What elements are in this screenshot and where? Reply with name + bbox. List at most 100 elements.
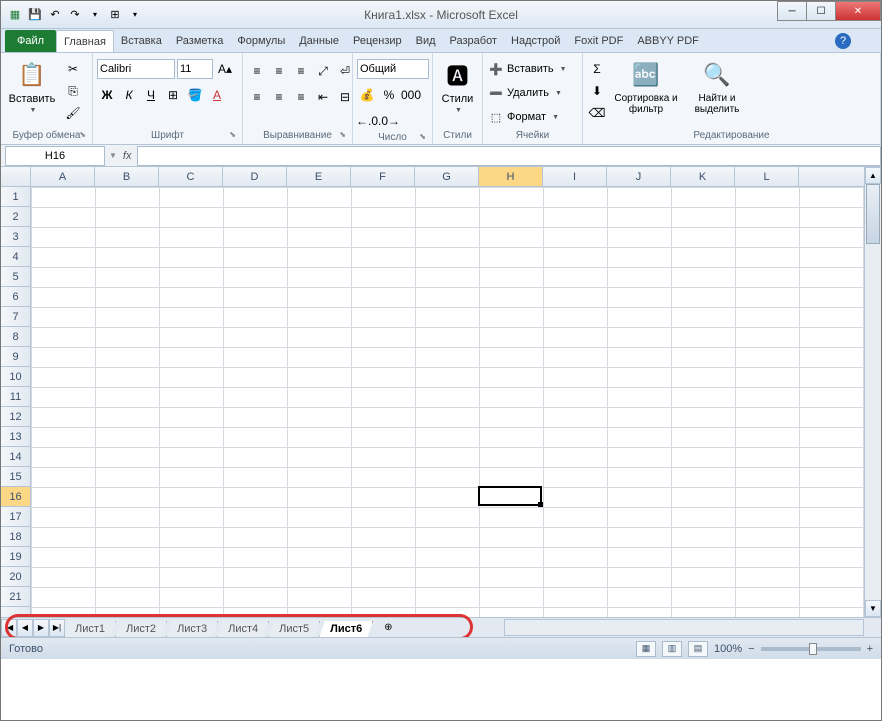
row-header[interactable]: 3: [1, 227, 30, 247]
fx-button[interactable]: fx: [117, 150, 138, 162]
row-header[interactable]: 7: [1, 307, 30, 327]
align-left-icon[interactable]: ≡: [247, 87, 267, 107]
horizontal-scrollbar[interactable]: [504, 619, 864, 636]
delete-cells-button[interactable]: ➖Удалить▼: [487, 83, 564, 103]
merge-icon[interactable]: ⊟: [335, 87, 355, 107]
font-name-select[interactable]: [97, 59, 175, 79]
align-right-icon[interactable]: ≡: [291, 87, 311, 107]
zoom-in-icon[interactable]: +: [867, 643, 873, 655]
ribbon-tab[interactable]: Вид: [409, 30, 443, 52]
row-header[interactable]: 8: [1, 327, 30, 347]
italic-icon[interactable]: К: [119, 85, 139, 105]
wrap-text-icon[interactable]: ⏎: [335, 61, 355, 81]
paste-dropdown-icon[interactable]: ▼: [30, 107, 37, 114]
column-header[interactable]: F: [351, 167, 415, 186]
styles-dropdown-icon[interactable]: ▼: [455, 107, 462, 114]
page-break-view-icon[interactable]: ▤: [688, 641, 708, 657]
vscroll-thumb[interactable]: [866, 184, 880, 244]
cut-icon[interactable]: ✂: [63, 59, 83, 79]
cells-area[interactable]: [31, 187, 881, 617]
column-header[interactable]: K: [671, 167, 735, 186]
row-header[interactable]: 14: [1, 447, 30, 467]
row-header[interactable]: 10: [1, 367, 30, 387]
insert-sheet-icon[interactable]: ⊕: [377, 620, 399, 636]
align-bottom-icon[interactable]: ≡: [291, 61, 311, 81]
orientation-icon[interactable]: ⤢: [313, 61, 333, 81]
row-header[interactable]: 9: [1, 347, 30, 367]
increase-decimal-icon[interactable]: ←.0: [357, 111, 377, 131]
format-painter-icon[interactable]: 🖌: [63, 103, 83, 123]
help-icon[interactable]: ?: [835, 33, 851, 49]
align-middle-icon[interactable]: ≡: [269, 61, 289, 81]
column-header[interactable]: E: [287, 167, 351, 186]
row-header[interactable]: 21: [1, 587, 30, 607]
sheet-tab[interactable]: Лист2: [115, 621, 167, 638]
sheet-tab[interactable]: Лист1: [64, 621, 116, 638]
clear-icon[interactable]: ⌫: [587, 103, 607, 123]
select-all-button[interactable]: [1, 167, 31, 186]
column-header[interactable]: I: [543, 167, 607, 186]
sheet-tab[interactable]: Лист4: [217, 621, 269, 638]
active-cell[interactable]: [478, 486, 542, 506]
row-header[interactable]: 17: [1, 507, 30, 527]
fill-icon[interactable]: ⬇: [587, 81, 607, 101]
zoom-slider[interactable]: [761, 647, 861, 651]
scroll-down-icon[interactable]: ▼: [865, 600, 881, 617]
row-header[interactable]: 20: [1, 567, 30, 587]
qat-misc-icon[interactable]: ⊞: [107, 7, 123, 23]
row-header[interactable]: 15: [1, 467, 30, 487]
column-header[interactable]: D: [223, 167, 287, 186]
page-layout-view-icon[interactable]: ▥: [662, 641, 682, 657]
border-icon[interactable]: ⊞: [163, 85, 183, 105]
qat-more-icon[interactable]: ▾: [87, 7, 103, 23]
align-top-icon[interactable]: ≡: [247, 61, 267, 81]
row-header[interactable]: 4: [1, 247, 30, 267]
sheet-tab[interactable]: Лист3: [166, 621, 218, 638]
column-header[interactable]: C: [159, 167, 223, 186]
autosum-icon[interactable]: Σ: [587, 59, 607, 79]
percent-icon[interactable]: %: [379, 85, 399, 105]
close-button[interactable]: ✕: [835, 1, 881, 21]
styles-button[interactable]: 🅰 Стили ▼: [437, 59, 478, 114]
font-color-icon[interactable]: А: [207, 85, 227, 105]
copy-icon[interactable]: ⎘: [63, 81, 83, 101]
maximize-button[interactable]: ☐: [806, 1, 836, 21]
sheet-tab[interactable]: Лист5: [268, 621, 320, 638]
ribbon-tab[interactable]: Разработ: [443, 30, 504, 52]
bold-icon[interactable]: Ж: [97, 85, 117, 105]
ribbon-tab[interactable]: Рецензир: [346, 30, 409, 52]
row-header[interactable]: 11: [1, 387, 30, 407]
normal-view-icon[interactable]: ▦: [636, 641, 656, 657]
sheet-tab[interactable]: Лист6: [319, 621, 373, 638]
ribbon-tab[interactable]: Foxit PDF: [567, 30, 630, 52]
sheet-nav-next-icon[interactable]: ▶: [33, 619, 49, 637]
ribbon-tab[interactable]: Данные: [292, 30, 346, 52]
save-icon[interactable]: 💾: [27, 7, 43, 23]
scroll-up-icon[interactable]: ▲: [865, 167, 881, 184]
paste-button[interactable]: 📋 Вставить ▼: [5, 59, 59, 114]
column-header[interactable]: B: [95, 167, 159, 186]
decrease-decimal-icon[interactable]: .0→: [379, 111, 399, 131]
column-header[interactable]: J: [607, 167, 671, 186]
ribbon-tab[interactable]: Вставка: [114, 30, 169, 52]
ribbon-tab[interactable]: Надстрой: [504, 30, 567, 52]
zoom-thumb[interactable]: [809, 643, 817, 655]
redo-icon[interactable]: ↷: [67, 7, 83, 23]
name-box-dropdown-icon[interactable]: ▼: [109, 151, 117, 160]
number-format-select[interactable]: [357, 59, 429, 79]
comma-icon[interactable]: 000: [401, 85, 421, 105]
increase-font-icon[interactable]: A▴: [215, 59, 235, 79]
ribbon-tab[interactable]: Главная: [56, 30, 114, 52]
column-header[interactable]: G: [415, 167, 479, 186]
sheet-nav-last-icon[interactable]: ▶|: [49, 619, 65, 637]
format-cells-button[interactable]: ⬚Формат▼: [487, 107, 561, 127]
row-header[interactable]: 2: [1, 207, 30, 227]
currency-icon[interactable]: 💰: [357, 85, 377, 105]
find-select-button[interactable]: 🔍 Найти и выделить: [685, 59, 749, 115]
sort-filter-button[interactable]: 🔤 Сортировка и фильтр: [611, 59, 681, 115]
row-header[interactable]: 12: [1, 407, 30, 427]
row-header[interactable]: 6: [1, 287, 30, 307]
insert-cells-button[interactable]: ➕Вставить▼: [487, 59, 569, 79]
row-header[interactable]: 1: [1, 187, 30, 207]
indent-dec-icon[interactable]: ⇤: [313, 87, 333, 107]
